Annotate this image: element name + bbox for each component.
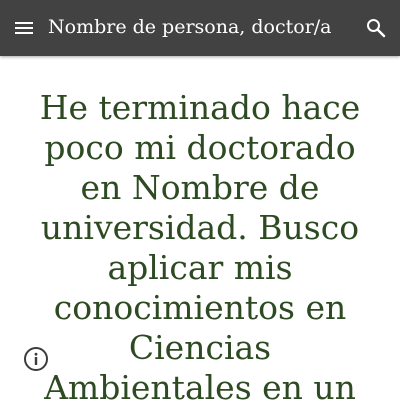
top-app-bar: Nombre de persona, doctor/a (0, 0, 400, 56)
main-content: He terminado hace poco mi doctorado en N… (0, 56, 400, 400)
menu-icon[interactable] (12, 16, 36, 40)
page-heading: He terminado hace poco mi doctorado en N… (39, 88, 361, 400)
info-icon[interactable] (23, 346, 49, 372)
site-title[interactable]: Nombre de persona, doctor/a (48, 14, 332, 40)
search-icon[interactable] (364, 16, 388, 40)
